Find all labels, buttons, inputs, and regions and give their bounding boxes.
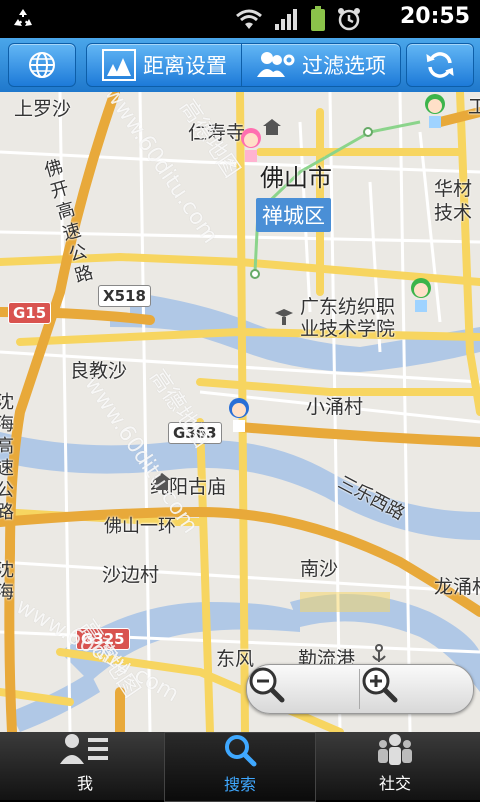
users-gear-icon [257, 52, 295, 77]
user-pin-green[interactable] [420, 92, 450, 132]
globe-icon [29, 52, 55, 78]
profile-list-icon [60, 734, 108, 764]
map-label: 龙涌村 [434, 576, 480, 598]
nav-item-social[interactable]: 社交 [320, 732, 470, 800]
map-label: 南沙 [300, 558, 339, 580]
map-label: 华材 [434, 178, 473, 200]
signal-icon [275, 9, 297, 30]
map-label: 小涌村 [306, 396, 364, 418]
map-view[interactable]: 上罗沙 仁寿寺 佛山市 华材 技术 工 佛开高速公路 X518 G15 广东纺织… [0, 92, 480, 732]
district-label[interactable]: 禅城区 [256, 198, 331, 232]
map-label-highway: 沈海高速公路 [0, 392, 14, 523]
distance-settings-button[interactable]: 距离设置 [86, 43, 242, 87]
user-pin-green[interactable] [406, 276, 436, 316]
route-shield: X518 [98, 285, 151, 307]
map-label: 工 [468, 96, 480, 118]
globe-button[interactable] [8, 43, 76, 87]
zoom-control [246, 664, 474, 714]
map-label: 沙边村 [102, 564, 160, 586]
zoom-out-button[interactable] [247, 665, 359, 713]
school-icon [275, 309, 293, 325]
status-bar: 20:55 [0, 0, 480, 38]
nav-label: 社交 [378, 774, 411, 793]
map-label-highway: 沈海 [0, 560, 14, 603]
user-pin-blue[interactable] [224, 396, 254, 436]
refresh-icon [426, 52, 454, 78]
refresh-button[interactable] [406, 43, 474, 87]
nav-label: 我 [76, 774, 93, 793]
nav-item-me[interactable]: 我 [10, 732, 160, 800]
nav-label: 搜索 [223, 775, 256, 794]
block [300, 592, 390, 612]
battery-icon [311, 6, 325, 31]
nav-item-search[interactable]: 搜索 [164, 732, 316, 802]
clock: 20:55 [399, 4, 470, 29]
filter-options-button[interactable]: 过滤选项 [241, 43, 401, 87]
system-icons [234, 6, 362, 32]
zoom-out-icon [249, 667, 285, 703]
search-icon [225, 735, 257, 767]
map-label: 上罗沙 [14, 98, 72, 120]
zoom-in-button[interactable] [360, 665, 472, 713]
map-label-city: 佛山市 [260, 164, 332, 192]
bottom-navigation: 我 搜索 社交 [0, 732, 480, 802]
map-label-road: 佛山一环 [104, 516, 176, 537]
distance-settings-label: 距离设置 [143, 54, 227, 78]
map-toolbar: 距离设置 过滤选项 [0, 38, 480, 92]
wifi-icon [236, 9, 262, 29]
alarm-icon [338, 8, 360, 31]
transit-stop [250, 269, 260, 279]
landscape-icon [102, 49, 136, 81]
route-shield: G15 [8, 302, 52, 324]
people-icon [378, 734, 412, 765]
recycle-icon [14, 9, 32, 26]
transit-stop [363, 127, 373, 137]
map-label: 技术 [434, 202, 473, 224]
zoom-in-icon [362, 667, 398, 703]
map-label-school: 广东纺织职 业技术学院 [300, 296, 396, 340]
anchor-icon [372, 644, 386, 662]
filter-options-label: 过滤选项 [302, 54, 386, 78]
